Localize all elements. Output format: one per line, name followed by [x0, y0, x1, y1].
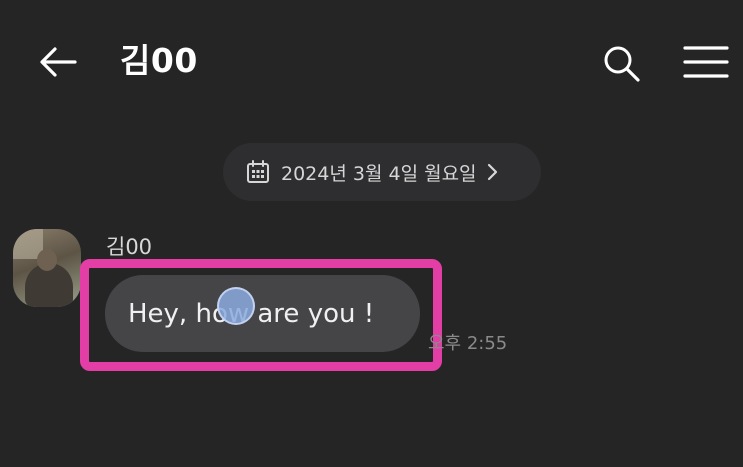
arrow-left-icon	[40, 47, 77, 77]
message-time: 오후 2:55	[428, 333, 508, 354]
chat-title: 김00	[120, 41, 198, 80]
search-icon	[604, 46, 640, 82]
sender-name: 김00	[106, 235, 153, 259]
date-divider-label: 2024년 3월 4일 월요일	[281, 162, 477, 185]
back-button[interactable]	[36, 40, 80, 84]
chevron-right-icon	[487, 162, 503, 182]
touch-indicator	[217, 287, 255, 325]
avatar[interactable]	[13, 229, 81, 307]
calendar-icon	[245, 159, 271, 185]
message-bubble[interactable]: Hey, how are you !	[105, 275, 420, 352]
hamburger-menu-icon	[683, 46, 729, 78]
avatar-photo-head	[37, 249, 57, 271]
menu-button[interactable]	[680, 40, 732, 84]
search-button[interactable]	[598, 40, 644, 86]
chat-screen: 김00 2024년 3월 4일 월요일 김00 Hey, are you ! 오…	[0, 0, 743, 467]
date-divider[interactable]: 2024년 3월 4일 월요일	[223, 143, 541, 201]
